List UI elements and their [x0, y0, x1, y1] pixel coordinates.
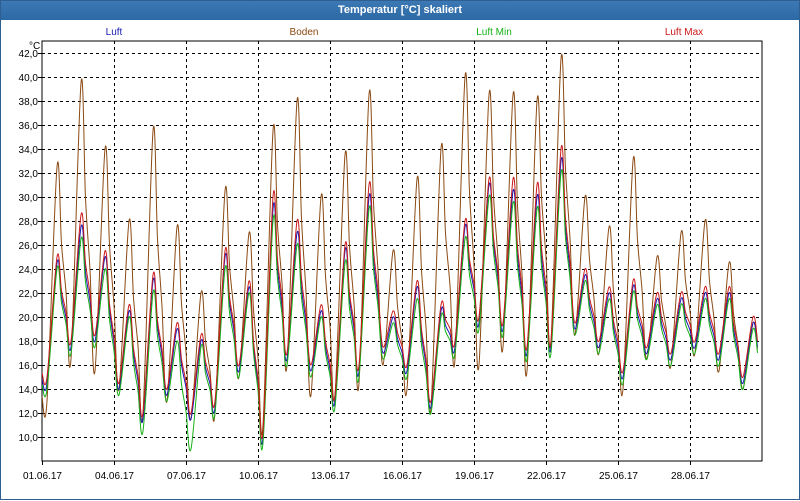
y-axis-ticks: 10,0 12,0 14,0 16,0 18,0 20,0 22,0 24,0 26,0 28,0… [19, 49, 42, 444]
x-tick-label: 22.06.17 [527, 471, 566, 482]
x-tick-label: 07.06.17 [167, 471, 206, 482]
y-tick-label: 16,0 [19, 361, 39, 372]
y-tick-label: 18,0 [19, 337, 39, 348]
x-tick-label: 19.06.17 [455, 471, 494, 482]
y-tick-label: 40,0 [19, 73, 39, 84]
x-tick-label: 01.06.17 [23, 471, 62, 482]
y-tick-label: 32,0 [19, 169, 39, 180]
x-tick-label: 04.06.17 [95, 471, 134, 482]
x-tick-label: 28.06.17 [671, 471, 710, 482]
legend: Luft Boden Luft Min Luft Max [106, 27, 704, 38]
y-tick-label: 36,0 [19, 121, 39, 132]
chart-window: Temperatur [°C] skaliert 10,0 12,0 14,0 16,… [0, 0, 800, 500]
temperature-chart: 10,0 12,0 14,0 16,0 18,0 20,0 22,0 24,0 26,0 28,0… [19, 27, 763, 482]
x-tick-label: 13.06.17 [311, 471, 350, 482]
legend-item-luft-max: Luft Max [665, 27, 703, 38]
y-tick-label: 10,0 [19, 433, 39, 444]
y-tick-label: 30,0 [19, 193, 39, 204]
legend-item-boden: Boden [290, 27, 319, 38]
legend-item-luft-min: Luft Min [476, 27, 512, 38]
y-tick-label: 28,0 [19, 217, 39, 228]
y-tick-label: 22,0 [19, 289, 39, 300]
x-tick-label: 10.06.17 [239, 471, 278, 482]
y-tick-label: 24,0 [19, 265, 39, 276]
legend-item-luft: Luft [106, 27, 123, 38]
y-tick-label: 26,0 [19, 241, 39, 252]
y-tick-label: 12,0 [19, 409, 39, 420]
y-tick-label: 14,0 [19, 385, 39, 396]
y-tick-label: 34,0 [19, 145, 39, 156]
x-tick-label: 25.06.17 [599, 471, 638, 482]
y-axis-unit: °C [29, 41, 40, 52]
x-axis-ticks: 01.06.17 04.06.17 07.06.17 10.06.17 13.06.17… [23, 461, 710, 482]
x-tick-label: 16.06.17 [383, 471, 422, 482]
y-tick-label: 20,0 [19, 313, 39, 324]
y-tick-label: 38,0 [19, 97, 39, 108]
